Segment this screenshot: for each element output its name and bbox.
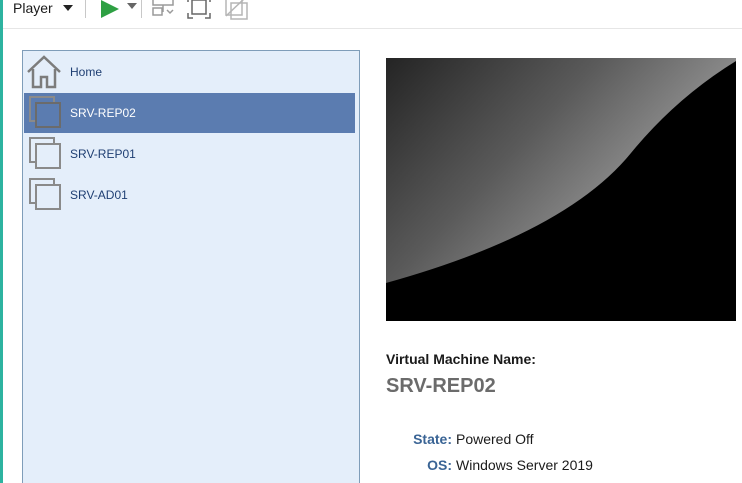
- library-item-label: Home: [70, 65, 103, 79]
- library-item-label: SRV-REP01: [70, 147, 136, 161]
- play-icon[interactable]: [99, 0, 121, 20]
- player-menu-button[interactable]: Player: [13, 0, 73, 19]
- vm-icon: [29, 96, 61, 128]
- property-key: OS:: [427, 457, 452, 473]
- library-item-home[interactable]: Home: [24, 52, 355, 92]
- chevron-down-icon: [62, 5, 73, 11]
- toolbar: Player: [3, 0, 742, 28]
- vm-name-value: SRV-REP02: [386, 375, 496, 397]
- property-value: Powered Off: [456, 431, 534, 447]
- toolbar-divider: [3, 28, 742, 29]
- vm-screen-preview: [386, 58, 736, 321]
- library-item-srv-ad01[interactable]: SRV-AD01: [24, 175, 355, 215]
- fullscreen-icon[interactable]: [186, 0, 212, 20]
- library-item-label: SRV-AD01: [70, 188, 128, 202]
- play-options-chevron-down-icon[interactable]: [127, 3, 137, 9]
- library-item-label: SRV-REP02: [70, 106, 136, 120]
- property-value: Windows Server 2019: [456, 457, 593, 473]
- toolbar-separator: [141, 0, 142, 18]
- vm-icon: [29, 178, 61, 210]
- player-menu-label: Player: [13, 0, 53, 16]
- vm-name-label: Virtual Machine Name:: [386, 351, 536, 367]
- vm-thumbnail: [386, 58, 736, 321]
- property-row-os: OS: Windows Server 2019: [386, 457, 726, 477]
- library-panel: Home SRV-REP02 SRV-REP01 SRV-AD01: [22, 50, 360, 483]
- unity-icon[interactable]: [223, 0, 249, 20]
- send-ctrl-alt-del-icon[interactable]: [150, 0, 176, 20]
- property-row-state: State: Powered Off: [386, 431, 726, 451]
- property-key: State:: [413, 431, 452, 447]
- library-item-srv-rep01[interactable]: SRV-REP01: [24, 134, 355, 174]
- home-icon: [27, 55, 61, 89]
- background-window-edge: [0, 0, 3, 483]
- vm-icon: [29, 137, 61, 169]
- library-item-srv-rep02[interactable]: SRV-REP02: [24, 93, 355, 133]
- toolbar-separator: [85, 0, 86, 18]
